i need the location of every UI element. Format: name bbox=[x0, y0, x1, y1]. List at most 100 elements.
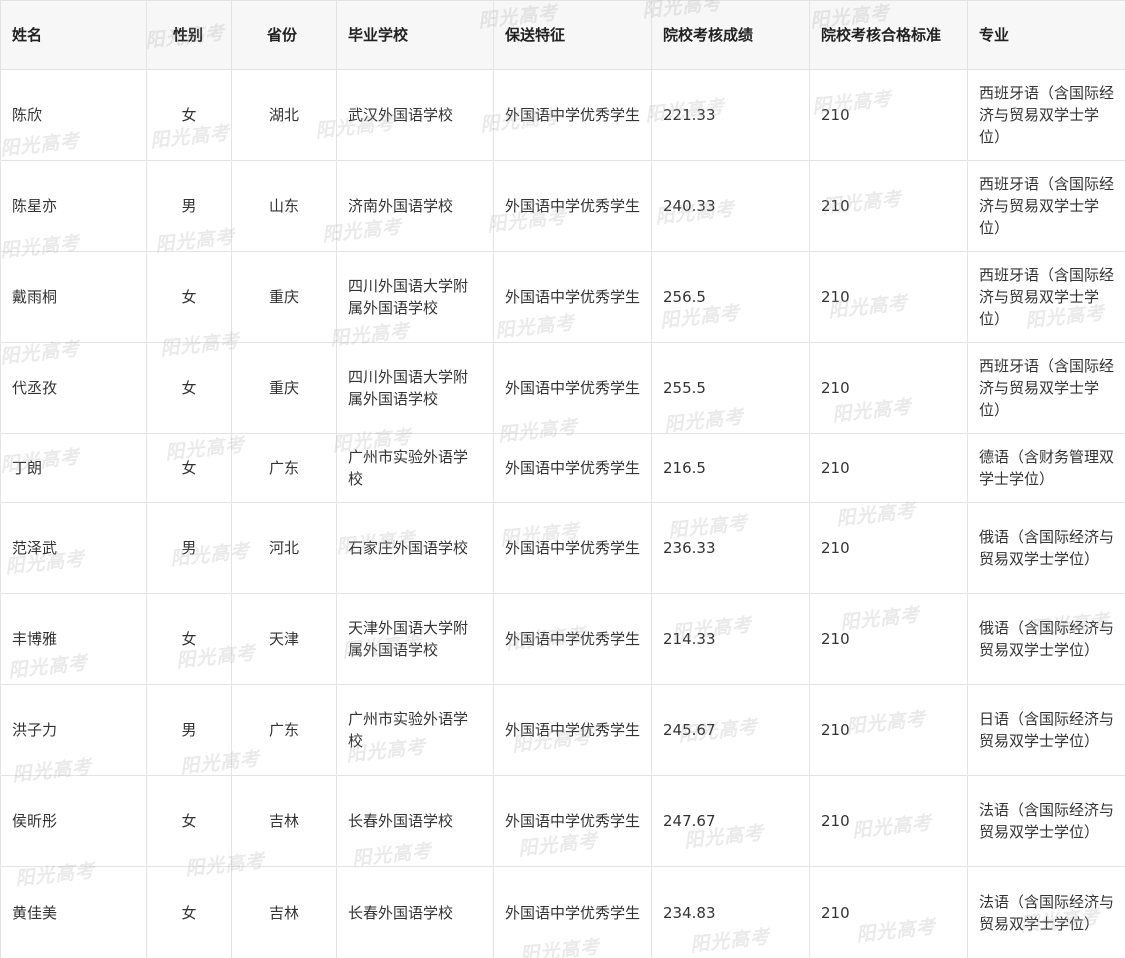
cell-standard: 210 bbox=[809, 775, 968, 867]
cell-major: 德语（含财务管理双学士学位） bbox=[967, 433, 1125, 503]
cell-major: 西班牙语（含国际经济与贸易双学士学位） bbox=[967, 160, 1125, 252]
table-row: 丰博雅女天津 天津外国语大学附属外国语学校 外国语中学优秀学生 214.33 210 俄语… bbox=[0, 593, 1125, 685]
cell-name: 陈星亦 bbox=[0, 160, 147, 252]
cell-feature: 外国语中学优秀学生 bbox=[493, 251, 652, 343]
cell-feature: 外国语中学优秀学生 bbox=[493, 69, 652, 161]
cell-score: 236.33 bbox=[651, 502, 810, 594]
cell-gender: 男 bbox=[146, 160, 232, 252]
cell-name: 戴雨桐 bbox=[0, 251, 147, 343]
table-row: 戴雨桐女重庆 四川外国语大学附属外国语学校 外国语中学优秀学生 256.5 210 西班牙… bbox=[0, 251, 1125, 343]
cell-major: 法语（含国际经济与贸易双学士学位） bbox=[967, 866, 1125, 958]
cell-school: 四川外国语大学附属外国语学校 bbox=[336, 251, 494, 343]
cell-name: 黄佳美 bbox=[0, 866, 147, 958]
cell-name: 代丞孜 bbox=[0, 342, 147, 434]
cell-major: 西班牙语（含国际经济与贸易双学士学位） bbox=[967, 342, 1125, 434]
cell-standard: 210 bbox=[809, 251, 968, 343]
cell-gender: 女 bbox=[146, 593, 232, 685]
cell-gender: 女 bbox=[146, 866, 232, 958]
header-school: 毕业学校 bbox=[336, 0, 494, 70]
cell-province: 广东 bbox=[231, 684, 337, 776]
header-name: 姓名 bbox=[0, 0, 147, 70]
cell-gender: 男 bbox=[146, 684, 232, 776]
cell-feature: 外国语中学优秀学生 bbox=[493, 342, 652, 434]
admission-table-page: 姓名 性别 省份 毕业学校 保送特征 院校考核成绩 院校考核合格标准 专业 陈欣… bbox=[0, 0, 1125, 958]
cell-score: 216.5 bbox=[651, 433, 810, 503]
cell-gender: 女 bbox=[146, 342, 232, 434]
cell-name: 洪子力 bbox=[0, 684, 147, 776]
cell-province: 广东 bbox=[231, 433, 337, 503]
cell-name: 陈欣 bbox=[0, 69, 147, 161]
cell-province: 山东 bbox=[231, 160, 337, 252]
cell-standard: 210 bbox=[809, 593, 968, 685]
cell-province: 吉林 bbox=[231, 775, 337, 867]
cell-standard: 210 bbox=[809, 866, 968, 958]
cell-major: 俄语（含国际经济与贸易双学士学位） bbox=[967, 593, 1125, 685]
cell-feature: 外国语中学优秀学生 bbox=[493, 866, 652, 958]
cell-gender: 女 bbox=[146, 69, 232, 161]
cell-school: 广州市实验外语学校 bbox=[336, 433, 494, 503]
cell-feature: 外国语中学优秀学生 bbox=[493, 433, 652, 503]
cell-standard: 210 bbox=[809, 684, 968, 776]
cell-school: 济南外国语学校 bbox=[336, 160, 494, 252]
cell-school: 四川外国语大学附属外国语学校 bbox=[336, 342, 494, 434]
cell-name: 侯昕彤 bbox=[0, 775, 147, 867]
cell-school: 长春外国语学校 bbox=[336, 775, 494, 867]
cell-major: 西班牙语（含国际经济与贸易双学士学位） bbox=[967, 251, 1125, 343]
cell-feature: 外国语中学优秀学生 bbox=[493, 775, 652, 867]
cell-standard: 210 bbox=[809, 342, 968, 434]
cell-province: 河北 bbox=[231, 502, 337, 594]
header-gender: 性别 bbox=[146, 0, 232, 70]
cell-feature: 外国语中学优秀学生 bbox=[493, 684, 652, 776]
cell-name: 范泽武 bbox=[0, 502, 147, 594]
cell-school: 长春外国语学校 bbox=[336, 866, 494, 958]
header-major: 专业 bbox=[967, 0, 1125, 70]
cell-province: 天津 bbox=[231, 593, 337, 685]
header-province: 省份 bbox=[231, 0, 337, 70]
header-standard: 院校考核合格标准 bbox=[809, 0, 968, 70]
cell-score: 240.33 bbox=[651, 160, 810, 252]
cell-province: 重庆 bbox=[231, 251, 337, 343]
header-score: 院校考核成绩 bbox=[651, 0, 810, 70]
cell-score: 234.83 bbox=[651, 866, 810, 958]
cell-province: 吉林 bbox=[231, 866, 337, 958]
cell-standard: 210 bbox=[809, 69, 968, 161]
cell-province: 湖北 bbox=[231, 69, 337, 161]
cell-major: 法语（含国际经济与贸易双学士学位） bbox=[967, 775, 1125, 867]
cell-name: 丁朗 bbox=[0, 433, 147, 503]
table-row: 丁朗女广东 广州市实验外语学校 外国语中学优秀学生 216.5 210 德语（含财务管理双… bbox=[0, 433, 1125, 503]
cell-standard: 210 bbox=[809, 433, 968, 503]
cell-major: 俄语（含国际经济与贸易双学士学位） bbox=[967, 502, 1125, 594]
cell-name: 丰博雅 bbox=[0, 593, 147, 685]
cell-score: 245.67 bbox=[651, 684, 810, 776]
cell-gender: 男 bbox=[146, 502, 232, 594]
table-row: 陈欣女湖北 武汉外国语学校 外国语中学优秀学生 221.33 210 西班牙语（含国际经济… bbox=[0, 69, 1125, 161]
cell-school: 武汉外国语学校 bbox=[336, 69, 494, 161]
table-row: 范泽武男河北 石家庄外国语学校 外国语中学优秀学生 236.33 210 俄语（含国际经济… bbox=[0, 502, 1125, 594]
cell-standard: 210 bbox=[809, 502, 968, 594]
cell-province: 重庆 bbox=[231, 342, 337, 434]
cell-feature: 外国语中学优秀学生 bbox=[493, 160, 652, 252]
table-header-row: 姓名 性别 省份 毕业学校 保送特征 院校考核成绩 院校考核合格标准 专业 bbox=[0, 0, 1125, 70]
cell-major: 日语（含国际经济与贸易双学士学位） bbox=[967, 684, 1125, 776]
table-row: 黄佳美女吉林 长春外国语学校 外国语中学优秀学生 234.83 210 法语（含国际经济与… bbox=[0, 866, 1125, 958]
cell-major: 西班牙语（含国际经济与贸易双学士学位） bbox=[967, 69, 1125, 161]
cell-score: 214.33 bbox=[651, 593, 810, 685]
table-row: 代丞孜女重庆 四川外国语大学附属外国语学校 外国语中学优秀学生 255.5 210 西班牙… bbox=[0, 342, 1125, 434]
cell-standard: 210 bbox=[809, 160, 968, 252]
table-body: 陈欣女湖北 武汉外国语学校 外国语中学优秀学生 221.33 210 西班牙语（含国际经济… bbox=[0, 69, 1125, 958]
table-row: 陈星亦男山东 济南外国语学校 外国语中学优秀学生 240.33 210 西班牙语（含国际经… bbox=[0, 160, 1125, 252]
header-feature: 保送特征 bbox=[493, 0, 652, 70]
table-row: 洪子力男广东 广州市实验外语学校 外国语中学优秀学生 245.67 210 日语（含国际经… bbox=[0, 684, 1125, 776]
cell-feature: 外国语中学优秀学生 bbox=[493, 593, 652, 685]
cell-score: 256.5 bbox=[651, 251, 810, 343]
cell-score: 247.67 bbox=[651, 775, 810, 867]
cell-gender: 女 bbox=[146, 251, 232, 343]
cell-gender: 女 bbox=[146, 433, 232, 503]
cell-feature: 外国语中学优秀学生 bbox=[493, 502, 652, 594]
cell-score: 221.33 bbox=[651, 69, 810, 161]
table-row: 侯昕彤女吉林 长春外国语学校 外国语中学优秀学生 247.67 210 法语（含国际经济与… bbox=[0, 775, 1125, 867]
cell-school: 天津外国语大学附属外国语学校 bbox=[336, 593, 494, 685]
cell-school: 广州市实验外语学校 bbox=[336, 684, 494, 776]
cell-school: 石家庄外国语学校 bbox=[336, 502, 494, 594]
cell-gender: 女 bbox=[146, 775, 232, 867]
